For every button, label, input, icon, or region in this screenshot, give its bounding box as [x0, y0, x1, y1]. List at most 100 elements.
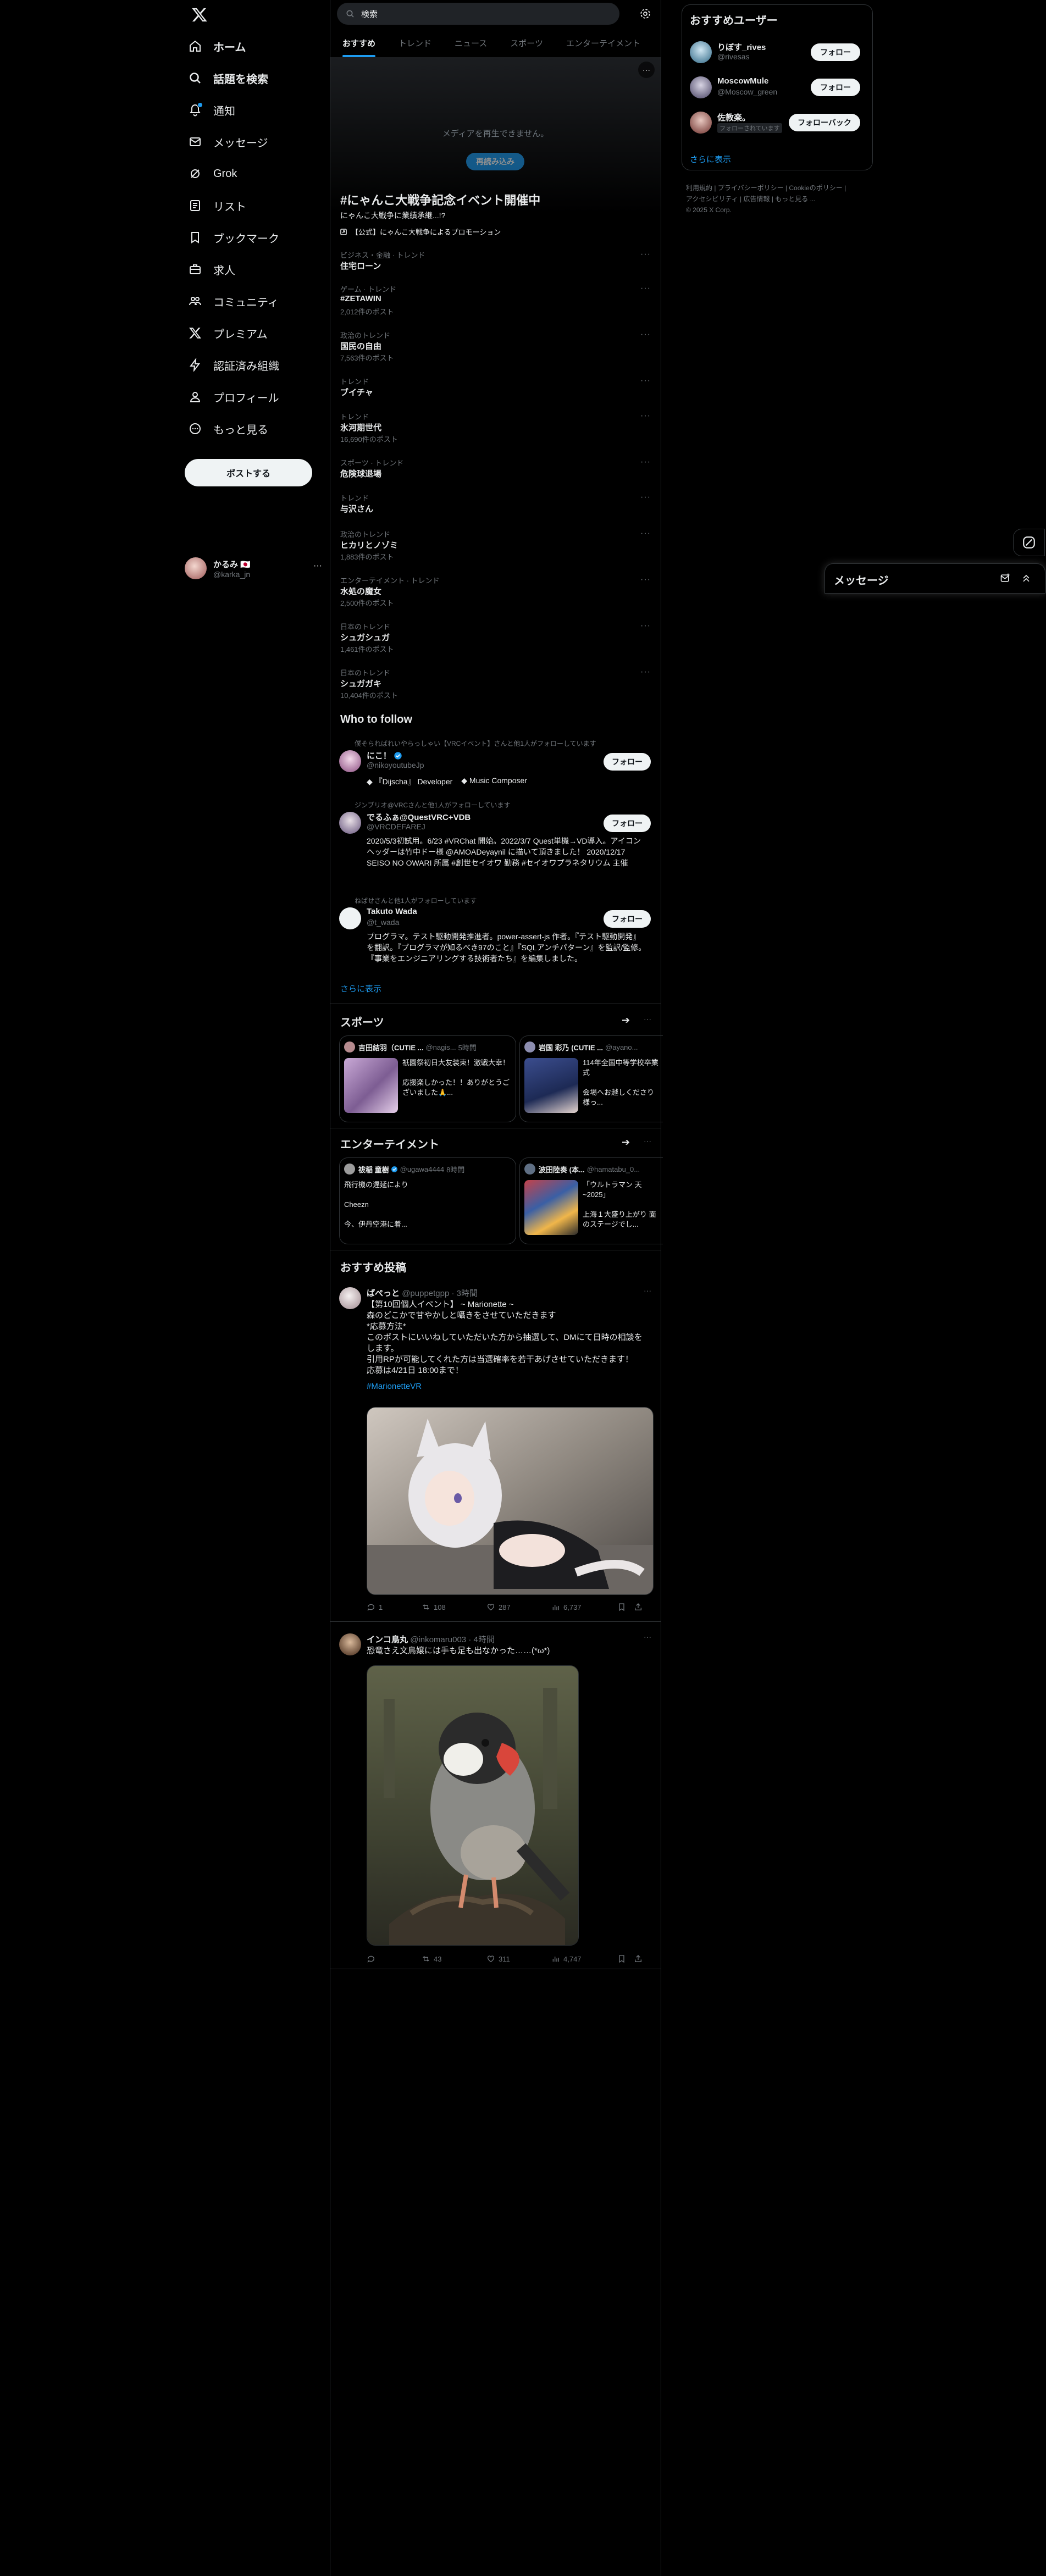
bookmark-icon[interactable] — [617, 1603, 634, 1611]
entertainment-card[interactable]: 祓稲 童樹 @ugawa4444 8時間 飛行機の遅延により Cheezn 今、… — [339, 1157, 516, 1244]
avatar[interactable] — [339, 1287, 361, 1309]
more-icon[interactable]: ··· — [644, 1632, 651, 1641]
tab-entertainment[interactable]: エンターテイメント — [554, 29, 651, 57]
tab-trending[interactable]: トレンド — [386, 29, 442, 57]
suggested-user[interactable]: りぼす_rives @rivesas フォロー — [682, 35, 872, 70]
sports-card[interactable]: 岩国 彩乃 (CUTIE ... @ayano... 114年全国中等学校卒業式… — [519, 1035, 663, 1122]
post[interactable]: インコ鳥丸 @inkomaru003 · 4時間 ··· 恐竜さえ文鳥嬢には手も… — [330, 1627, 661, 1968]
views-button[interactable]: 6,737 — [551, 1603, 617, 1611]
avatar[interactable] — [339, 1633, 361, 1655]
more-icon[interactable]: ··· — [640, 376, 651, 386]
like-button[interactable]: 287 — [486, 1603, 551, 1611]
footer-link[interactable]: もっと見る ... — [775, 195, 815, 203]
reply-button[interactable] — [367, 1954, 422, 1963]
search-input[interactable] — [360, 8, 604, 19]
more-icon[interactable]: ··· — [640, 667, 651, 677]
more-icon[interactable]: ··· — [644, 1286, 651, 1295]
trend-item[interactable]: エンターテイメント · トレンド 水処の魔女 2,500件のポスト ··· — [330, 569, 661, 614]
post-button[interactable]: ポストする — [185, 459, 312, 486]
nav-grok[interactable]: Grok — [181, 160, 243, 187]
more-icon[interactable]: ··· — [640, 250, 651, 259]
tab-sports[interactable]: スポーツ — [498, 29, 554, 57]
like-button[interactable]: 311 — [486, 1954, 551, 1963]
sports-card[interactable]: 吉田結羽（CUTIE ... @nagis... 5時間 祇園祭初日大友装束！激… — [339, 1035, 516, 1122]
messages-drawer[interactable]: メッセージ — [824, 563, 1045, 594]
follow-button[interactable]: フォロー — [604, 753, 651, 771]
footer-link[interactable]: 利用規約 — [686, 184, 712, 192]
follow-button[interactable]: フォロー — [604, 910, 651, 928]
follow-suggestion[interactable]: ねばせさんと他1人がフォローしています Takuto Wada @t_wada … — [330, 894, 661, 971]
repost-button[interactable]: 43 — [422, 1954, 486, 1963]
show-more-link[interactable]: さらに表示 — [690, 153, 731, 165]
gear-icon[interactable] — [639, 8, 651, 20]
more-icon[interactable]: ··· — [644, 1137, 651, 1145]
account-switcher[interactable]: かるみ 🇯🇵 @karka_jn ··· — [185, 552, 322, 584]
post[interactable]: ぱぺっと @puppetgpp · 3時間 ··· 【第10回個人イベント】 ~… — [330, 1281, 661, 1616]
post-hashtag[interactable]: #MarionetteVR — [367, 1382, 422, 1391]
nav-explore[interactable]: 話題を検索 — [181, 65, 275, 91]
trend-item[interactable]: ゲーム · トレンド #ZETAWIN 2,012件のポスト ··· — [330, 278, 661, 323]
nav-verified-orgs[interactable]: 認証済み組織 — [181, 352, 286, 378]
trend-item[interactable]: 日本のトレンド シュガシュガ 1,461件のポスト ··· — [330, 616, 661, 661]
avatar[interactable] — [690, 76, 712, 98]
finch-on-dinosaur-image[interactable] — [367, 1665, 579, 1946]
bookmark-icon[interactable] — [617, 1954, 634, 1963]
arrow-right-icon[interactable]: ➔ — [622, 1137, 630, 1148]
post-author[interactable]: インコ鳥丸 — [367, 1635, 408, 1644]
follow-suggestion[interactable]: 僕そらればれいやらっしゃい【VRCイベント】さんと他1人がフォローしています に… — [330, 736, 661, 795]
follow-name[interactable]: にこ！ — [367, 750, 391, 761]
x-logo-icon[interactable] — [191, 7, 208, 23]
avatar[interactable] — [339, 750, 361, 772]
trend-item[interactable]: トレンド 氷河期世代 16,690件のポスト ··· — [330, 406, 661, 451]
nav-communities[interactable]: コミュニティ — [181, 288, 285, 314]
follow-button[interactable]: フォロー — [604, 815, 651, 832]
suggested-user-name[interactable]: りぼす_rives — [717, 41, 766, 53]
trend-item[interactable]: 政治のトレンド ヒカリとノゾミ 1,883件のポスト ··· — [330, 523, 661, 568]
more-icon[interactable]: ··· — [640, 330, 651, 340]
post-author[interactable]: ぱぺっと — [367, 1289, 400, 1298]
trend-item[interactable]: 日本のトレンド シュガガキ 10,404件のポスト ··· — [330, 662, 661, 707]
grok-float-button[interactable] — [1013, 529, 1045, 556]
suggested-user[interactable]: 佐教楽。 フォローされています フォローバック — [682, 105, 872, 140]
more-icon[interactable]: ··· — [640, 529, 651, 539]
suggested-user-name[interactable]: MoscowMule — [717, 76, 768, 86]
follow-button[interactable]: フォロー — [811, 43, 860, 61]
suggested-user-name[interactable]: 佐教楽。 — [717, 112, 750, 123]
chevron-up-icon[interactable] — [1021, 573, 1032, 584]
show-more-link[interactable]: さらに表示 — [340, 983, 381, 994]
follow-name[interactable]: Takuto Wada — [367, 907, 417, 916]
nav-premium[interactable]: プレミアム — [181, 320, 274, 346]
suggested-user[interactable]: MoscowMule @Moscow_green フォロー — [682, 70, 872, 105]
more-icon[interactable]: ··· — [640, 492, 651, 502]
nav-more[interactable]: もっと見る — [181, 416, 275, 442]
more-icon[interactable]: ··· — [640, 411, 651, 421]
footer-link[interactable]: プライバシーポリシー — [718, 184, 784, 192]
tab-foryou[interactable]: おすすめ — [330, 29, 386, 57]
reload-button[interactable]: 再読み込み — [466, 153, 524, 170]
share-icon[interactable] — [634, 1603, 643, 1611]
footer-link[interactable]: Cookieのポリシー — [789, 184, 842, 192]
nav-home[interactable]: ホーム — [181, 33, 252, 59]
follow-suggestion[interactable]: ジンブリオ@VRCさんと他1人がフォローしています でるふぁ@QuestVRC+… — [330, 798, 661, 886]
footer-link[interactable]: アクセシビリティ — [686, 195, 738, 203]
nav-notifications[interactable]: 通知 — [181, 97, 242, 123]
share-icon[interactable] — [634, 1954, 643, 1963]
promoted-by[interactable]: 【公式】にゃんこ大戦争によるプロモーション — [340, 226, 501, 237]
more-icon[interactable]: ··· — [644, 1015, 651, 1023]
repost-button[interactable]: 108 — [422, 1603, 486, 1611]
anime-catgirl-image[interactable] — [367, 1407, 654, 1595]
search-box[interactable] — [337, 3, 619, 25]
more-icon[interactable]: ··· — [640, 575, 651, 585]
entertainment-card[interactable]: 波田陸奏 (本... @hamatabu_0... 「ウルトラマン 天 ~202… — [519, 1157, 663, 1244]
reply-button[interactable]: 1 — [367, 1603, 422, 1611]
follow-button[interactable]: フォロー — [811, 79, 860, 96]
follow-back-button[interactable]: フォローバック — [789, 114, 860, 131]
nav-bookmarks[interactable]: ブックマーク — [181, 224, 286, 251]
promo-title[interactable]: #にゃんこ大戦争記念イベント開催中 — [340, 191, 540, 208]
nav-jobs[interactable]: 求人 — [181, 256, 242, 282]
avatar[interactable] — [690, 112, 712, 134]
tab-news[interactable]: ニュース — [442, 29, 498, 57]
arrow-right-icon[interactable]: ➔ — [622, 1015, 630, 1026]
more-icon[interactable]: ··· — [640, 621, 651, 631]
new-message-icon[interactable] — [1000, 573, 1011, 584]
